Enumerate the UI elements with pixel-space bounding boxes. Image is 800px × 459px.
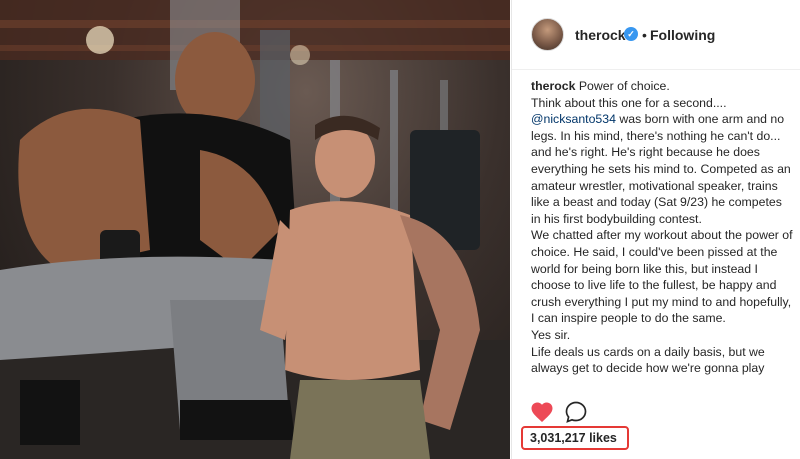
post-caption: therock Power of choice. Think about thi…: [531, 78, 793, 390]
verified-badge-icon: ✓: [624, 27, 638, 41]
heart-icon[interactable]: [530, 401, 554, 423]
likes-count[interactable]: 3,031,217 likes: [530, 431, 617, 445]
caption-paragraph-2: We chatted after my workout about the po…: [531, 228, 793, 326]
post-photo[interactable]: [0, 0, 510, 459]
post-side-panel: therock ✓ • Following therock Power of c…: [511, 0, 800, 459]
instagram-post: therock ✓ • Following therock Power of c…: [0, 0, 800, 459]
gym-photo-illustration: [0, 0, 510, 459]
comment-icon[interactable]: [564, 400, 588, 424]
caption-paragraph-1: @nicksanto534 was born with one arm and …: [531, 111, 793, 227]
following-button[interactable]: Following: [650, 27, 715, 43]
mention-link[interactable]: @nicksanto534: [531, 112, 616, 126]
avatar[interactable]: [531, 18, 564, 51]
caption-title: Power of choice.: [578, 79, 670, 93]
caption-paragraph-1-text: was born with one arm and no legs. In hi…: [531, 112, 791, 226]
caption-paragraph-3: Life deals us cards on a daily basis, bu…: [531, 344, 765, 376]
caption-yes-sir: Yes sir.: [531, 327, 571, 342]
caption-line-1: therock Power of choice.: [531, 78, 793, 95]
separator-dot: •: [642, 27, 647, 43]
caption-line-2: Think about this one for a second....: [531, 95, 727, 110]
post-header: therock ✓ • Following: [512, 0, 800, 70]
post-actions: [512, 395, 800, 425]
caption-author-link[interactable]: therock: [531, 79, 575, 93]
username-link[interactable]: therock: [575, 27, 626, 43]
